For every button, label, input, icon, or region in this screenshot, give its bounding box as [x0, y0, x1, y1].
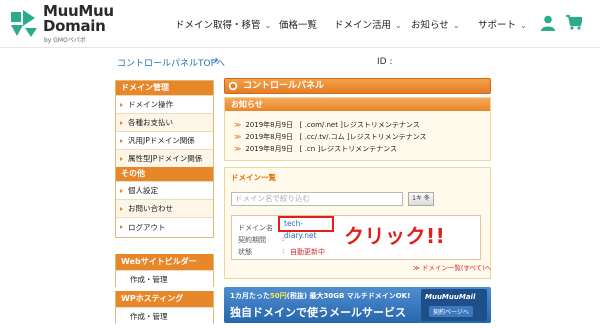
sidebar-item-label: 汎用JPドメイン関係: [128, 136, 195, 145]
domain-list-heading: ドメイン一覧: [231, 173, 276, 182]
domain-search-button[interactable]: 1キ 冬: [408, 192, 434, 206]
sidebar-item-attribute-jp[interactable]: 属性型JPドメイン関係: [116, 149, 213, 167]
nav-label: サポート: [478, 20, 517, 31]
sidebar-item-personal-settings[interactable]: 個人設定: [116, 181, 213, 199]
row-label-status: 状態: [238, 248, 252, 256]
news-text: [ .com/.net ]レジストリメンテナンス: [299, 121, 420, 129]
logo-line2: Domain: [43, 17, 106, 35]
bullet-icon: [120, 189, 123, 193]
double-arrow-icon: ≫: [234, 145, 242, 153]
sun-icon: [228, 81, 238, 91]
contract-page-button[interactable]: 契約ページへ: [429, 306, 473, 317]
news-item[interactable]: ≫ 2019年8月9日 [ .cn ]レジストリメンテナンス: [234, 144, 397, 154]
nav-label: ドメイン活用: [334, 20, 392, 31]
muumuu-logo-icon[interactable]: [9, 8, 39, 38]
chevron-down-icon: ⌄: [452, 21, 460, 30]
news-date: 2019年8月9日: [245, 145, 294, 153]
row-label-period: 契約期間: [238, 236, 266, 244]
bullet-icon: [120, 157, 123, 161]
sidebar-item-generic-jp[interactable]: 汎用JPドメイン関係: [116, 131, 213, 149]
sidebar-item-domain-operation[interactable]: ドメイン操作: [116, 95, 213, 113]
chevron-down-icon: ⌄: [520, 21, 527, 30]
cart-icon[interactable]: [566, 15, 582, 30]
bullet-icon: [120, 139, 123, 143]
news-date: 2019年8月9日: [245, 133, 294, 141]
news-text: [ .cc/.tv/.コム ]レジストリメンテナンス: [299, 133, 427, 141]
notice-heading: お知らせ: [225, 98, 490, 111]
news-item[interactable]: ≫ 2019年8月9日 [ .cc/.tv/.コム ]レジストリメンテナンス: [234, 132, 427, 142]
sidebar-item-wp-hosting-manage[interactable]: 作成・管理: [115, 307, 214, 324]
news-item[interactable]: ≫ 2019年8月9日 [ .com/.net ]レジストリメンテナンス: [234, 120, 420, 130]
domain-search-input[interactable]: ドメイン名で絞り込む: [231, 192, 403, 206]
domain-list-all-link[interactable]: ≫ ドメイン一覧(すべて)へ: [413, 262, 491, 272]
double-arrow-icon: ≫: [234, 121, 242, 129]
sidebar-heading-domain: ドメイン管理: [116, 81, 213, 95]
control-panel-top-link[interactable]: コントロールパネルTOPへ: [117, 56, 225, 69]
bullet-icon: [120, 207, 123, 211]
sidebar-heading-other: その他: [116, 167, 213, 181]
mail-service-banner[interactable]: 1カ月たった50円(税抜) 最大30GB マルチドメインOK! 独自ドメインで使…: [224, 287, 491, 323]
id-label: ID :: [377, 57, 393, 67]
logo-wordmark[interactable]: MuuMuu Domain: [43, 4, 114, 34]
sidebar-item-label: 各種お支払い: [128, 118, 173, 127]
muumuu-mail-box[interactable]: MuuMuuMail 契約ページへ: [421, 289, 487, 321]
nav-label: 価格一覧: [279, 20, 318, 31]
nav-news[interactable]: お知らせ ⌄: [411, 17, 460, 31]
news-date: 2019年8月9日: [245, 121, 294, 129]
nav-domain-usage[interactable]: ドメイン活用 ⌄: [334, 17, 402, 31]
sidebar-item-label: ログアウト: [128, 223, 166, 232]
sidebar-item-logout[interactable]: ログアウト: [116, 217, 213, 237]
chevron-down-icon: ⌄: [395, 21, 402, 30]
user-icon[interactable]: [541, 15, 555, 31]
row-label-domain: ドメイン名: [238, 224, 273, 232]
nav-label: お知らせ: [411, 20, 449, 31]
bullet-icon: [120, 103, 123, 107]
status-value: 自動更新中: [290, 248, 325, 256]
sidebar-domain-section: ドメイン管理 ドメイン操作 各種お支払い 汎用JPドメイン関係 属性型JPドメイ…: [115, 80, 214, 238]
sidebar-item-label: ドメイン操作: [128, 100, 173, 109]
arrow-right-icon[interactable]: →: [210, 55, 218, 66]
sidebar-heading-web-builder[interactable]: Webサイトビルダー: [115, 254, 214, 270]
sidebar-item-contact[interactable]: お問い合わせ: [116, 199, 213, 217]
sidebar-heading-wp-hosting[interactable]: WPホスティング: [115, 291, 214, 307]
domain-name-link[interactable]: tech-diary.net: [278, 216, 334, 240]
chevron-down-icon: ⌄: [264, 21, 272, 30]
notice-panel: お知らせ ≫ 2019年8月9日 [ .com/.net ]レジストリメンテナンス…: [224, 97, 491, 161]
bullet-icon: [120, 121, 123, 125]
sidebar-item-web-builder-manage[interactable]: 作成・管理: [115, 270, 214, 287]
news-text: [ .cn ]レジストリメンテナンス: [299, 145, 398, 153]
sidebar-item-label: 属性型JPドメイン関係: [128, 154, 203, 163]
nav-label: ドメイン取得・移管: [175, 20, 261, 31]
sidebar-item-label: 個人設定: [128, 186, 158, 195]
double-arrow-icon: ≫: [234, 133, 242, 141]
logo-sub: by GMOペパボ: [44, 37, 86, 44]
site-header: MuuMuu Domain by GMOペパボ ドメイン取得・移管 ⌄ 価格一覧 …: [0, 0, 600, 48]
muumuu-mail-title: MuuMuuMail: [425, 293, 476, 301]
banner-line1: 1カ月たった50円(税抜) 最大30GB マルチドメインOK!: [230, 292, 411, 300]
row-colon: :: [282, 247, 285, 255]
click-annotation: クリック!!: [344, 224, 446, 248]
sidebar-item-payments[interactable]: 各種お支払い: [116, 113, 213, 131]
banner-line2: 独自ドメインで使うメールサービス: [230, 306, 406, 319]
nav-domain-acquire[interactable]: ドメイン取得・移管 ⌄: [175, 17, 271, 31]
sidebar-item-label: お問い合わせ: [128, 204, 173, 213]
nav-support[interactable]: サポート ⌄: [478, 17, 527, 31]
bullet-icon: [120, 225, 123, 229]
control-panel-title: コントロールパネル: [224, 78, 491, 94]
nav-price-list[interactable]: 価格一覧: [279, 17, 317, 31]
